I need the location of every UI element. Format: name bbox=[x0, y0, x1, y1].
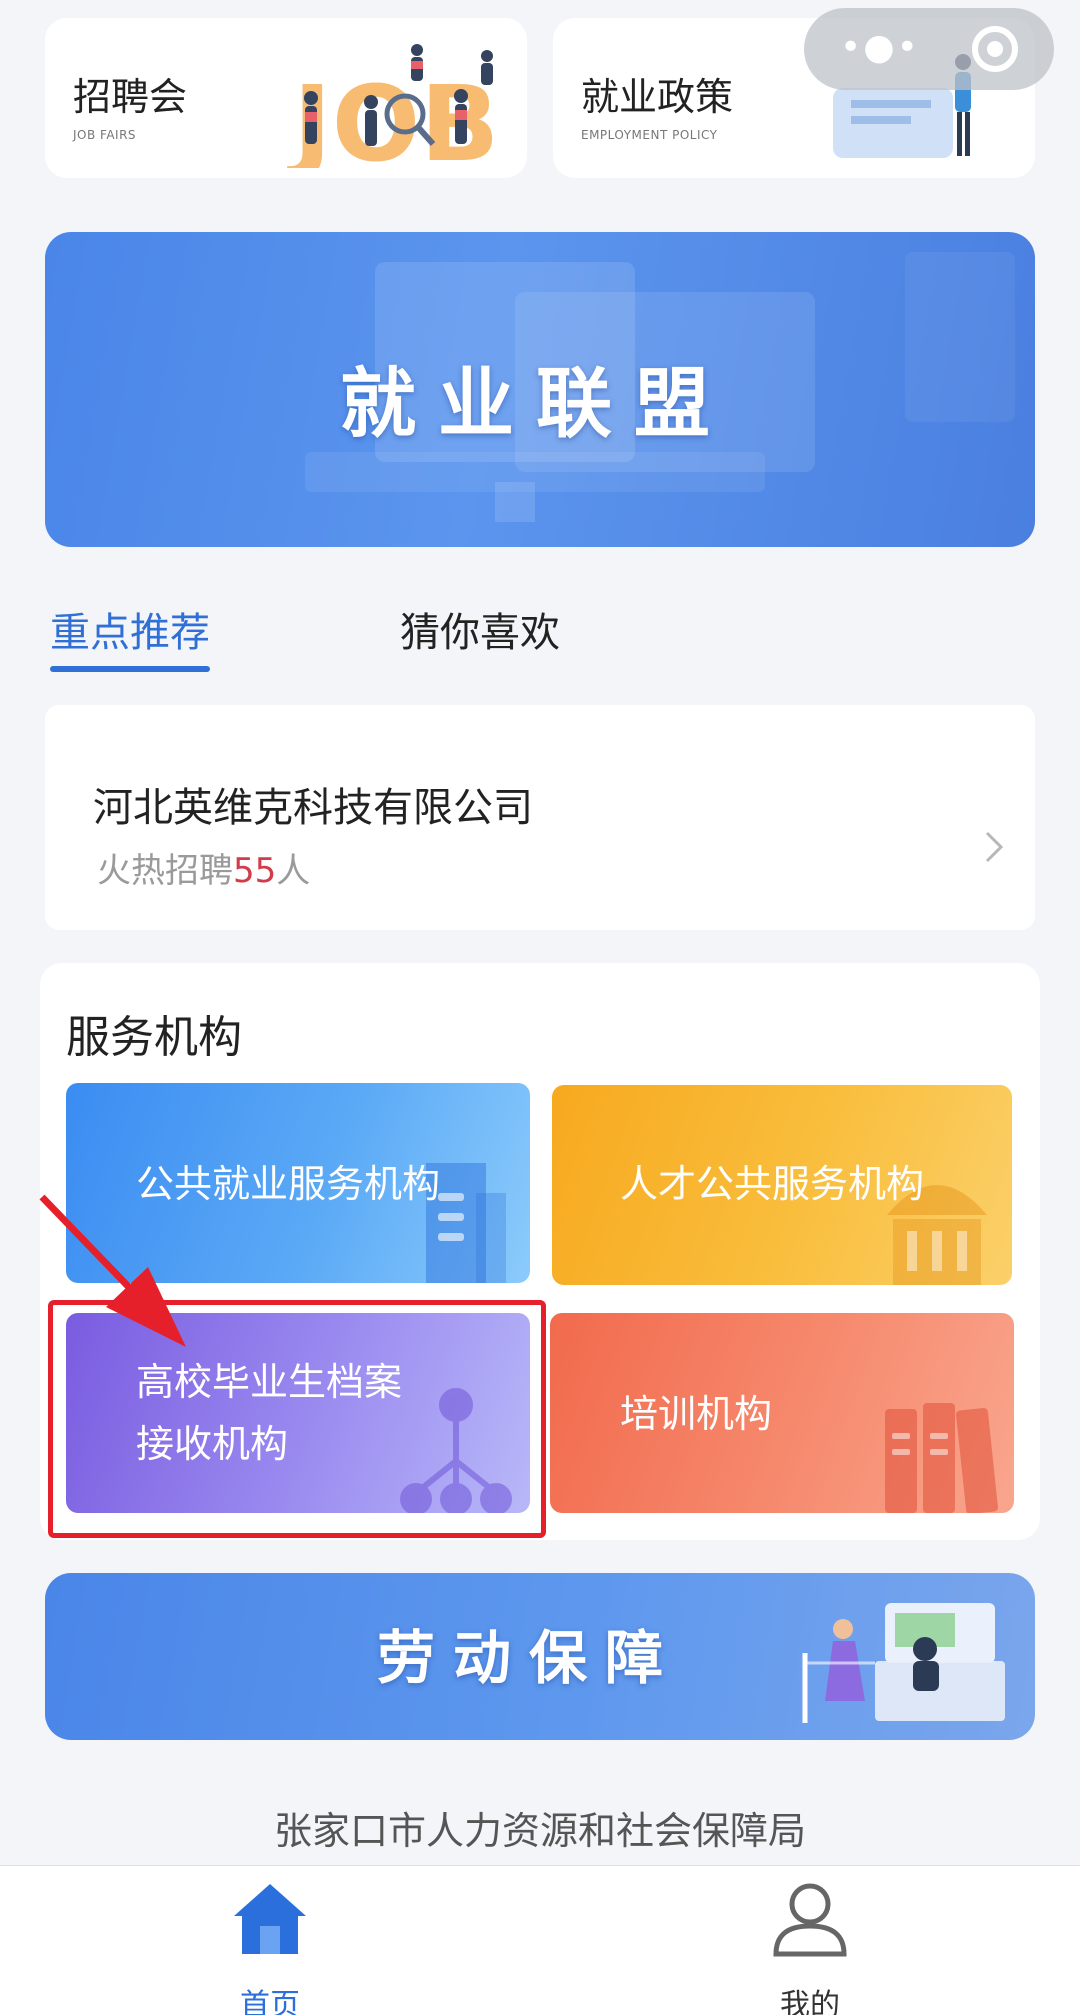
annotation-arrow bbox=[39, 1194, 186, 1347]
hire-prefix: 火热招聘 bbox=[97, 851, 233, 891]
training-institution-tile[interactable]: 培训机构 bbox=[550, 1313, 1014, 1513]
tab-guess-you-like[interactable]: 猜你喜欢 bbox=[400, 600, 560, 658]
talent-public-service-tile[interactable]: 人才公共服务机构 bbox=[552, 1085, 1012, 1285]
tab-featured[interactable]: 重点推荐 bbox=[50, 600, 210, 658]
books-icon bbox=[885, 1403, 998, 1513]
labor-banner-illustration bbox=[802, 1603, 1005, 1723]
alliance-banner-text: 就业联盟 bbox=[340, 359, 732, 448]
employment-policy-subtitle: EMPLOYMENT POLICY bbox=[581, 128, 718, 142]
job-fairs-card[interactable]: 招聘会 JOB FAIRS JOB bbox=[45, 18, 527, 178]
close-miniprogram-icon[interactable] bbox=[972, 26, 1018, 72]
training-institution-label: 培训机构 bbox=[620, 1392, 773, 1436]
user-icon bbox=[773, 1883, 847, 1957]
labor-banner-text: 劳动保障 bbox=[377, 1624, 682, 1692]
tabbar-mine-label: 我的 bbox=[780, 1988, 840, 2015]
company-hiring-info: 火热招聘55人 bbox=[97, 843, 310, 892]
job-fairs-subtitle: JOB FAIRS bbox=[73, 128, 137, 142]
hire-suffix: 人 bbox=[276, 851, 311, 891]
tabbar-home-label: 首页 bbox=[240, 1988, 300, 2015]
employment-alliance-banner[interactable]: 就业联盟 bbox=[45, 232, 1035, 547]
footer-organization: 张家口市人力资源和社会保障局 bbox=[273, 1809, 806, 1853]
miniprogram-capsule: •●• bbox=[804, 8, 1054, 90]
company-card[interactable]: 河北英维克科技有限公司 火热招聘55人 bbox=[45, 705, 1035, 930]
talent-public-service-label: 人才公共服务机构 bbox=[620, 1162, 925, 1206]
company-name: 河北英维克科技有限公司 bbox=[93, 785, 533, 831]
active-tab-indicator bbox=[50, 666, 210, 672]
tabbar-home[interactable]: 首页 bbox=[190, 1880, 350, 2015]
employment-policy-title: 就业政策 bbox=[581, 75, 734, 119]
job-art-text: JOB bbox=[287, 63, 499, 168]
tabbar-mine[interactable]: 我的 bbox=[730, 1880, 890, 2015]
job-fairs-illustration: JOB bbox=[287, 44, 499, 168]
service-institutions-title: 服务机构 bbox=[66, 1012, 242, 1063]
hire-count: 55 bbox=[233, 851, 277, 891]
home-icon bbox=[234, 1884, 306, 1954]
job-fairs-title: 招聘会 bbox=[73, 75, 188, 119]
bottom-tab-bar: 首页 我的 bbox=[0, 1865, 1080, 2015]
more-menu-icon[interactable]: •●• bbox=[840, 30, 920, 66]
chevron-right-icon bbox=[985, 831, 1004, 863]
labor-security-banner[interactable]: 劳动保障 bbox=[45, 1573, 1035, 1740]
